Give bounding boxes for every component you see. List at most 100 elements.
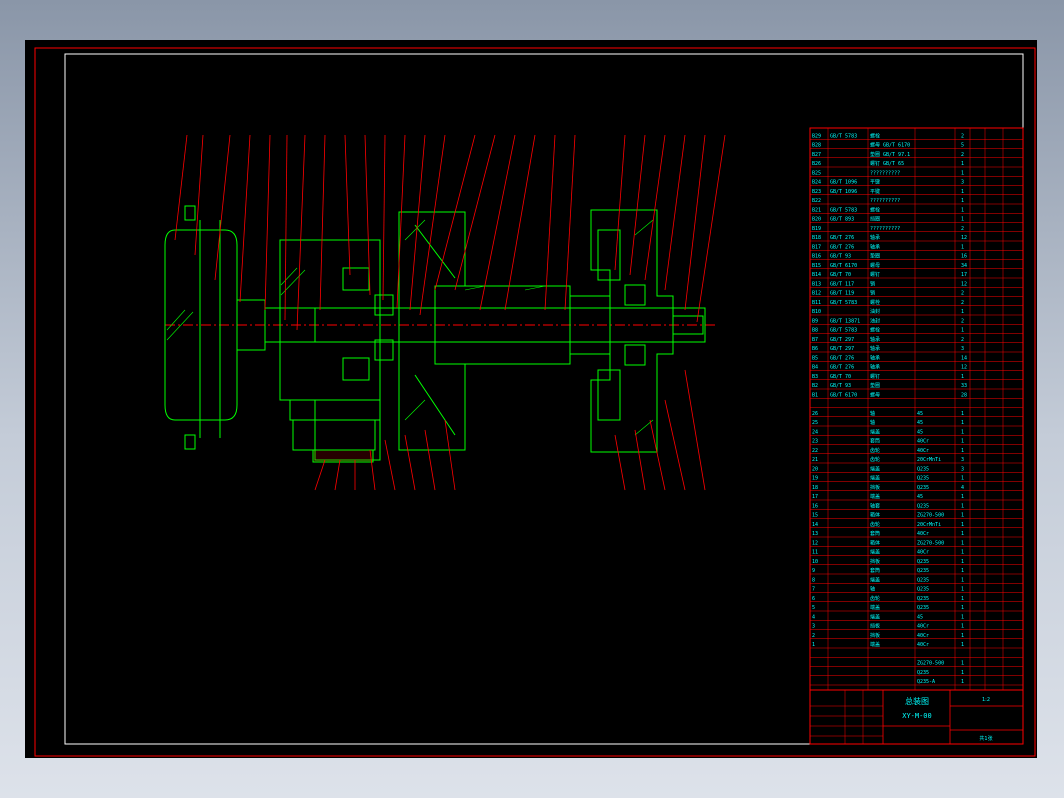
bom-cell-mat: 40Cr <box>917 439 929 445</box>
drawing-canvas[interactable]: B29 GB/T 5783 螺栓 2B28 螺母 GB/T 6170 5B27 垫圈 GB/… <box>25 40 1037 758</box>
bom-cell-code: GB/T 119 <box>830 291 854 297</box>
bom-cell-no: 11 <box>812 550 818 556</box>
bom-cell-code: GB/T 276 <box>830 244 854 250</box>
bom-cell-no: B20 <box>812 217 821 223</box>
bom-cell-mat: 45 <box>917 429 923 435</box>
bom-cell-qty: 1 <box>961 411 964 417</box>
bom-cell-mat: Q235 <box>917 485 929 491</box>
bom-cell-no: B6 <box>812 346 818 352</box>
bom-cell-name: 轴承 <box>870 234 880 241</box>
bom-cell-qty: 1 <box>961 420 964 426</box>
bom-cell-mat: 40Cr <box>917 624 929 630</box>
bom-cell-qty: 1 <box>961 170 964 176</box>
bom-cell-mat: 40Cr <box>917 531 929 537</box>
bom-cell-qty: 2 <box>961 226 964 232</box>
bom-cell-name: 螺栓 <box>870 206 880 213</box>
bom-cell-no: B4 <box>812 365 818 371</box>
bom-cell-no: B24 <box>812 180 821 186</box>
bom-cell-qty: 3 <box>961 180 964 186</box>
bom-cell-mat: 20CrMnTi <box>917 457 941 463</box>
bom-cell-code: GB/T 5783 <box>830 328 857 334</box>
bom-cell-qty: 1 <box>961 559 964 565</box>
drawing-code: XY-M-00 <box>902 712 932 720</box>
bom-cell-name: 平键 <box>870 179 880 186</box>
bom-cell-qty: 2 <box>961 300 964 306</box>
bom-table: B29 GB/T 5783 螺栓 2B28 螺母 GB/T 6170 5B27 垫圈 GB/… <box>809 127 1024 691</box>
bom-cell-no: B2 <box>812 383 818 389</box>
bom-cell-qty: 1 <box>961 540 964 546</box>
bom-cell-qty: 1 <box>961 476 964 482</box>
bom-cell-code: GB/T 70 <box>830 374 851 380</box>
bom-cell-name: 箱体 <box>870 539 880 546</box>
bom-cell-name: 端盖 <box>870 493 880 500</box>
bom-cell-name: 油封 <box>870 317 880 324</box>
bom-cell-qty: 1 <box>961 577 964 583</box>
bom-cell-name: 销 <box>870 290 875 297</box>
cad-viewport[interactable]: B29 GB/T 5783 螺栓 2 B28 螺母 GB/T 6170 5 B27 垫圈 GB/… <box>25 40 1037 758</box>
bom-cell-qty: 1 <box>961 642 964 648</box>
bom-cell-no: B25 <box>812 170 821 176</box>
gearbox-housing <box>279 239 381 461</box>
bom-cell-mat: Q235 <box>917 605 929 611</box>
bom-cell-mat: 40Cr <box>917 633 929 639</box>
bom-cell-name: 垫圈 <box>870 253 880 260</box>
bom-cell-no: 2 <box>812 633 815 639</box>
bom-cell-no: B10 <box>812 309 821 315</box>
bom-cell-code: GB/T 1096 <box>830 189 857 195</box>
bom-cell-name: 端盖 <box>870 641 880 648</box>
bom-cell-code: GB/T 297 <box>830 337 854 343</box>
bom-cell-no: B22 <box>812 198 821 204</box>
bom-cell-name: ?????????? <box>870 198 900 204</box>
bom-cell-no: B3 <box>812 374 818 380</box>
bom-cell-code: GB/T 276 <box>830 235 854 241</box>
assembly-section-view <box>164 205 715 463</box>
bom-cell-name: 轴 <box>870 586 875 593</box>
bom-cell-no: B26 <box>812 161 821 167</box>
bom-cell-name: 套筒 <box>870 567 880 574</box>
bom-cell-no: 4 <box>812 614 815 620</box>
bom-cell-name: 螺钉 <box>870 271 880 278</box>
bom-cell-qty: 1 <box>961 661 964 667</box>
bom-cell-no: 17 <box>812 494 818 500</box>
bom-cell-name: 挡圈 <box>870 216 880 223</box>
bom-cell-code: GB/T 276 <box>830 365 854 371</box>
bom-cell-qty: 2 <box>961 133 964 139</box>
bom-cell-mat: Q235 <box>917 577 929 583</box>
bom-cell-mat: Q235 <box>917 568 929 574</box>
bom-cell-name: 垫圈 GB/T 97.1 <box>870 151 910 158</box>
bom-cell-code: GB/T 93 <box>830 383 851 389</box>
bom-cell-name: 端盖 <box>870 549 880 556</box>
bom-cell-mat: 45 <box>917 614 923 620</box>
bom-cell-qty: 28 <box>961 392 967 398</box>
bom-cell-no: B17 <box>812 244 821 250</box>
bom-cell-no: 24 <box>812 429 818 435</box>
bom-cell-qty: 17 <box>961 272 967 278</box>
drawing-name: 总装图 <box>905 696 929 706</box>
bom-cell-mat: ZG270-500 <box>917 661 944 667</box>
bom-cell-code: GB/T 276 <box>830 355 854 361</box>
bom-cell-no: B28 <box>812 143 821 149</box>
bom-cell-qty: 1 <box>961 448 964 454</box>
bom-cell-qty: 4 <box>961 485 964 491</box>
bom-cell-qty: 16 <box>961 254 967 260</box>
bom-cell-no: 9 <box>812 568 815 574</box>
bom-cell-mat: Q235 <box>917 476 929 482</box>
bom-cell-no: 15 <box>812 513 818 519</box>
bom-cell-qty: 3 <box>961 466 964 472</box>
bom-cell-name: 螺栓 <box>870 299 880 306</box>
bom-cell-name: 端盖 <box>870 475 880 482</box>
bom-cell-qty: 2 <box>961 318 964 324</box>
bom-cell-no: 23 <box>812 439 818 445</box>
bom-cell-mat: 40Cr <box>917 448 929 454</box>
bom-cell-no: 12 <box>812 540 818 546</box>
bom-cell-no: B13 <box>812 281 821 287</box>
bom-cell-name: 轴套 <box>870 502 880 509</box>
bom-cell-name: 齿轮 <box>870 595 880 602</box>
bom-cell-qty: 1 <box>961 217 964 223</box>
bom-cell-name: 挡板 <box>870 623 880 630</box>
bom-cell-name: 螺钉 <box>870 373 880 380</box>
bom-cell-mat: 45 <box>917 420 923 426</box>
bom-cell-name: 销 <box>870 280 875 287</box>
bom-cell-no: 20 <box>812 466 818 472</box>
bom-cell-qty: 1 <box>961 587 964 593</box>
